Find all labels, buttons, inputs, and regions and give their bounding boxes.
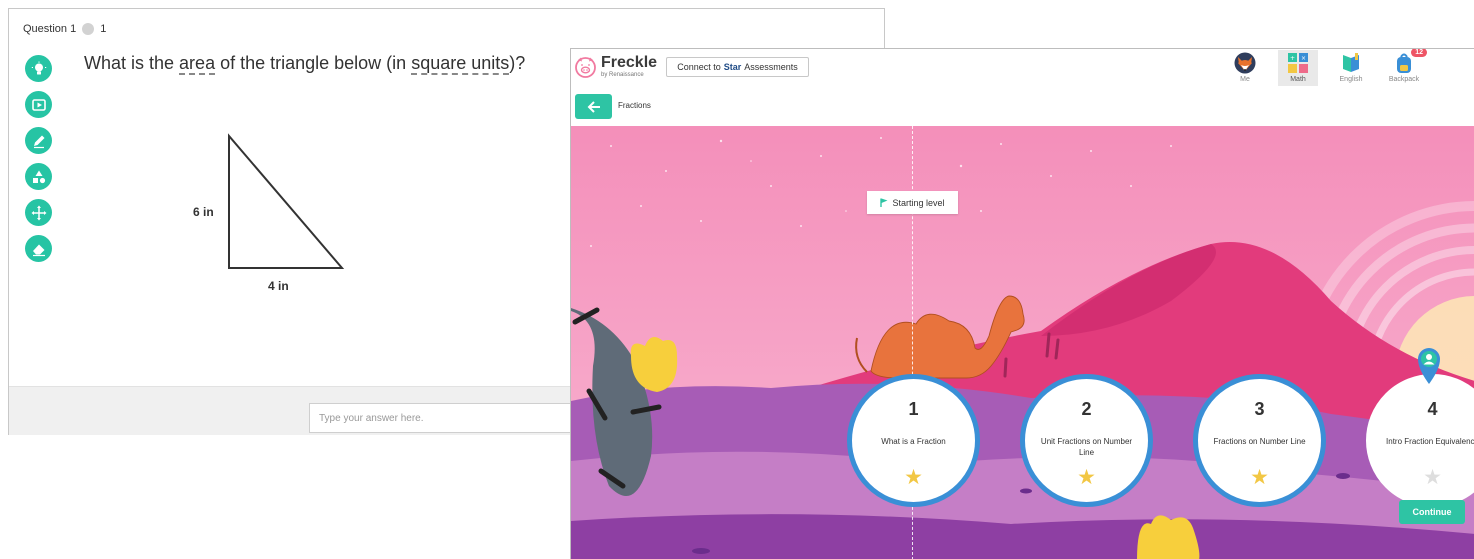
sub-header: Fractions bbox=[571, 87, 1474, 126]
level-node-1[interactable]: 1 What is a Fraction ★ bbox=[847, 374, 980, 507]
vocab-word-area[interactable]: area bbox=[179, 53, 216, 75]
pig-logo-icon bbox=[575, 57, 596, 78]
freckle-logo[interactable]: Freckle by Renaissance bbox=[574, 55, 657, 78]
star-icon: ★ bbox=[904, 466, 923, 489]
arrow-left-icon bbox=[587, 100, 600, 113]
connect-brand: Star bbox=[723, 62, 742, 72]
shapes-icon[interactable] bbox=[25, 163, 52, 190]
question-header: Question 1 1 bbox=[23, 23, 106, 35]
current-position-marker-icon bbox=[1418, 348, 1440, 384]
desert-background bbox=[571, 126, 1474, 559]
level-node-2[interactable]: 2 Unit Fractions on Number Line ★ bbox=[1020, 374, 1153, 507]
freckle-window: Freckle by Renaissance Connect to Star A… bbox=[570, 48, 1474, 559]
nav-english[interactable]: English bbox=[1331, 50, 1371, 86]
continue-button[interactable]: Continue bbox=[1399, 500, 1465, 524]
prompt-text-1: What is the bbox=[84, 53, 180, 73]
starting-level-label: Starting level bbox=[892, 197, 945, 208]
triangle-figure bbox=[228, 133, 345, 269]
level-map: Starting level 1 What is a Fraction ★ 2 … bbox=[571, 126, 1474, 559]
prompt-text-2: of the triangle below (in bbox=[215, 53, 412, 73]
lightbulb-icon[interactable] bbox=[25, 55, 52, 82]
eraser-icon[interactable] bbox=[25, 235, 52, 262]
nav-me-label: Me bbox=[1240, 76, 1250, 83]
prompt-text-3: )? bbox=[509, 53, 526, 73]
star-icon: ★ bbox=[1077, 466, 1096, 489]
backpack-icon-wrap: 12 bbox=[1393, 49, 1427, 74]
pencil-icon[interactable] bbox=[25, 127, 52, 154]
nav-me[interactable]: Me bbox=[1225, 50, 1265, 86]
move-arrows-icon[interactable] bbox=[25, 199, 52, 226]
level-title: What is a Fraction bbox=[881, 437, 946, 446]
triangle-base-label: 4 in bbox=[268, 279, 289, 293]
flag-icon bbox=[880, 198, 888, 207]
connect-prefix: Connect to bbox=[677, 62, 721, 72]
level-number: 3 bbox=[1254, 399, 1265, 419]
nav-english-label: English bbox=[1339, 76, 1363, 83]
question-label: Question 1 bbox=[23, 23, 77, 35]
nav-backpack[interactable]: 12 Backpack bbox=[1384, 49, 1427, 86]
star-empty-icon: ★ bbox=[1423, 466, 1442, 489]
nav-backpack-label: Backpack bbox=[1388, 76, 1420, 83]
book-icon bbox=[1343, 53, 1359, 72]
math-blocks-icon: + × bbox=[1288, 53, 1308, 73]
level-title: Intro Fraction Equivalence bbox=[1386, 437, 1474, 446]
connect-suffix: Assessments bbox=[744, 62, 798, 72]
question-prompt: What is the area of the triangle below (… bbox=[84, 53, 526, 75]
level-number: 4 bbox=[1427, 399, 1438, 419]
top-navbar: Freckle by Renaissance Connect to Star A… bbox=[571, 49, 1474, 88]
starting-level-tag: Starting level bbox=[867, 191, 958, 214]
breadcrumb: Fractions bbox=[618, 101, 651, 110]
question-attempt-count: 1 bbox=[100, 23, 107, 35]
logo-byline: by Renaissance bbox=[601, 72, 644, 78]
connect-star-button[interactable]: Connect to Star Assessments bbox=[666, 57, 809, 77]
triangle-height-label: 6 in bbox=[193, 205, 214, 219]
level-title: Unit Fractions on Number Line bbox=[1040, 437, 1133, 457]
question-toolbar bbox=[25, 55, 52, 262]
star-icon: ★ bbox=[1250, 466, 1269, 489]
svg-text:+: + bbox=[1290, 55, 1295, 62]
nav-math[interactable]: + × Math bbox=[1278, 50, 1318, 86]
video-play-icon[interactable] bbox=[25, 91, 52, 118]
svg-text:×: × bbox=[1301, 55, 1306, 62]
attempt-dot-icon bbox=[82, 23, 95, 35]
level-number: 2 bbox=[1081, 399, 1092, 419]
level-number: 1 bbox=[908, 399, 919, 419]
logo-name: Freckle bbox=[601, 54, 658, 71]
answer-input[interactable] bbox=[309, 403, 599, 433]
vocab-word-square-units[interactable]: square units bbox=[411, 53, 510, 75]
fox-avatar-icon bbox=[1234, 52, 1256, 74]
level-title: Fractions on Number Line bbox=[1213, 437, 1306, 446]
backpack-badge: 12 bbox=[1411, 49, 1427, 57]
nav-math-label: Math bbox=[1290, 76, 1306, 83]
back-button[interactable] bbox=[575, 94, 612, 119]
level-node-3[interactable]: 3 Fractions on Number Line ★ bbox=[1193, 374, 1326, 507]
